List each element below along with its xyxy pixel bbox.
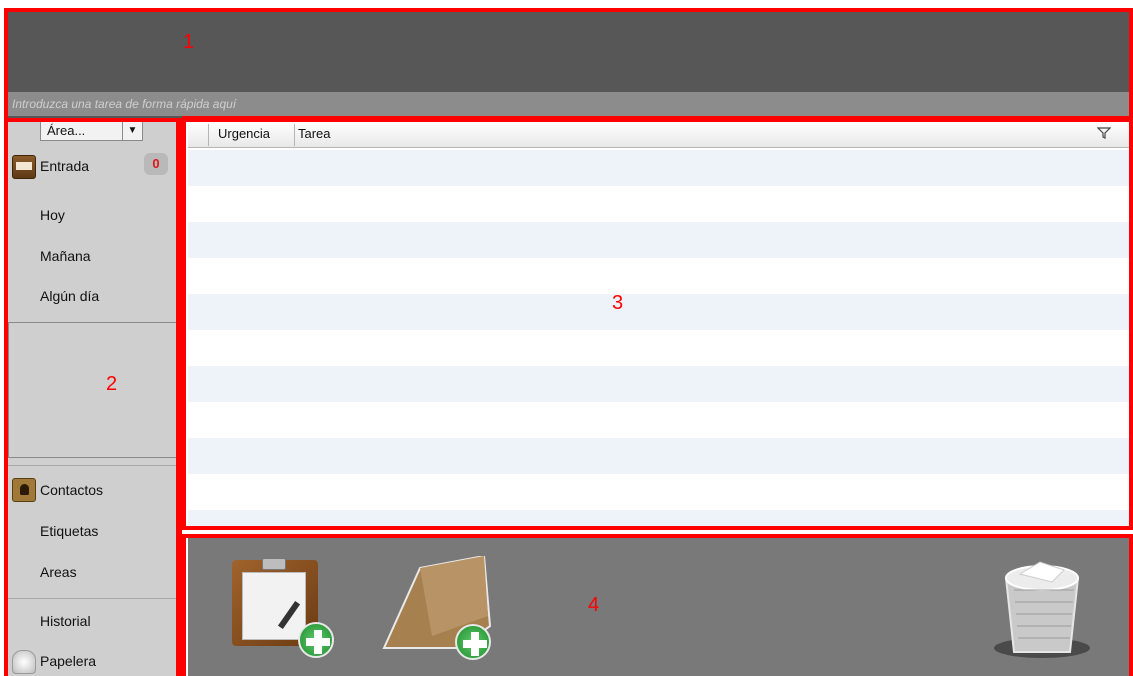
chevron-down-icon[interactable]: ▼ xyxy=(122,122,142,140)
sidebar-item-tomorrow[interactable]: Mañana xyxy=(40,248,91,264)
annotation-frame-4 xyxy=(182,534,1133,676)
sidebar-item-tags[interactable]: Etiquetas xyxy=(40,523,98,539)
sidebar-divider xyxy=(8,465,179,466)
sidebar-divider xyxy=(8,598,179,599)
sidebar-item-someday[interactable]: Algún día xyxy=(40,288,99,304)
annotation-frame-2-left xyxy=(4,118,8,676)
sidebar-item-areas[interactable]: Areas xyxy=(40,564,77,580)
annotation-label-2: 2 xyxy=(106,373,118,395)
annotation-frame-1 xyxy=(4,8,1133,122)
annotation-label-4: 4 xyxy=(588,594,600,616)
sidebar-item-contacts[interactable]: Contactos xyxy=(40,482,103,498)
sidebar-item-trash[interactable]: Papelera xyxy=(40,653,96,669)
annotation-label-3: 3 xyxy=(612,292,624,314)
annotation-frame-3 xyxy=(182,116,1133,530)
contacts-book-icon xyxy=(12,478,36,502)
area-dropdown[interactable]: Área... ▼ xyxy=(40,121,143,141)
annotation-label-1: 1 xyxy=(183,31,195,53)
sidebar-item-inbox[interactable]: Entrada xyxy=(40,158,89,174)
area-dropdown-label: Área... xyxy=(47,123,86,138)
inbox-tray-icon xyxy=(12,155,36,179)
sidebar-projects-pane xyxy=(8,322,179,458)
inbox-count-badge: 0 xyxy=(144,153,168,175)
sidebar-item-history[interactable]: Historial xyxy=(40,613,91,629)
sidebar-item-today[interactable]: Hoy xyxy=(40,207,65,223)
trash-bin-icon xyxy=(12,650,36,674)
